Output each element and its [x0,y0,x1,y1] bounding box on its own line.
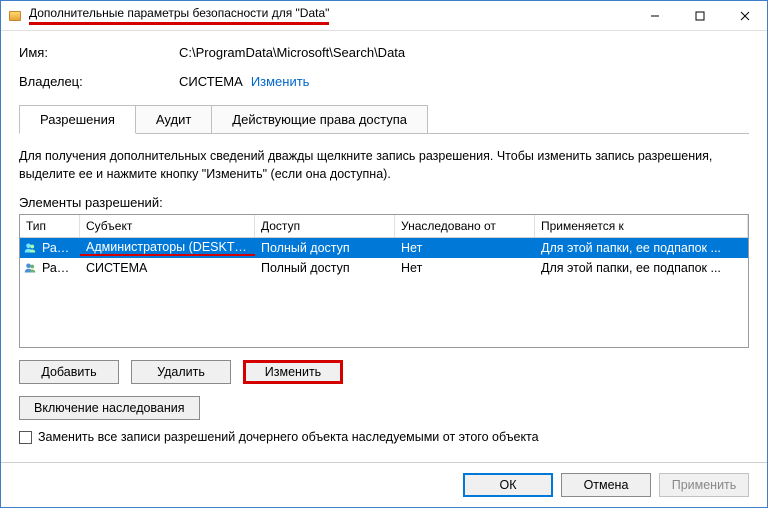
col-type[interactable]: Тип [20,215,80,237]
footer: ОК Отмена Применить [1,462,767,507]
cell-inherited: Нет [395,261,535,275]
replace-children-checkbox[interactable]: Заменить все записи разрешений дочернего… [19,430,749,444]
col-applies[interactable]: Применяется к [535,215,748,237]
description-text: Для получения дополнительных сведений дв… [19,148,749,183]
tab-effective-access[interactable]: Действующие права доступа [211,105,428,133]
remove-button[interactable]: Удалить [131,360,231,384]
owner-value: СИСТЕМА [179,74,243,89]
col-access[interactable]: Доступ [255,215,395,237]
owner-change-link[interactable]: Изменить [251,74,310,89]
cell-type: Разр... [36,261,80,275]
col-inherited[interactable]: Унаследовано от [395,215,535,237]
cell-applies: Для этой папки, ее подпапок ... [535,261,748,275]
window-title: Дополнительные параметры безопасности дл… [29,6,329,25]
cell-subject: СИСТЕМА [80,261,255,275]
list-label: Элементы разрешений: [19,195,749,210]
name-value: C:\ProgramData\Microsoft\Search\Data [179,45,749,60]
ok-button[interactable]: ОК [463,473,553,497]
cell-subject: Администраторы (DESKTOP-... [80,240,255,256]
col-subject[interactable]: Субъект [80,215,255,237]
client-area: Имя: C:\ProgramData\Microsoft\Search\Dat… [1,31,767,462]
cell-access: Полный доступ [255,241,395,255]
users-icon [20,261,36,275]
cancel-button[interactable]: Отмена [561,473,651,497]
minimize-button[interactable] [632,1,677,30]
cell-inherited: Нет [395,241,535,255]
checkbox-label: Заменить все записи разрешений дочернего… [38,430,539,444]
enable-inheritance-button[interactable]: Включение наследования [19,396,200,420]
table-row[interactable]: Разр... Администраторы (DESKTOP-... Полн… [20,238,748,258]
users-icon [20,241,36,255]
close-button[interactable] [722,1,767,30]
edit-button[interactable]: Изменить [243,360,343,384]
table-row[interactable]: Разр... СИСТЕМА Полный доступ Нет Для эт… [20,258,748,278]
tab-permissions[interactable]: Разрешения [19,105,136,134]
cell-applies: Для этой папки, ее подпапок ... [535,241,748,255]
list-header: Тип Субъект Доступ Унаследовано от Приме… [20,215,748,238]
titlebar: Дополнительные параметры безопасности дл… [1,1,767,31]
name-label: Имя: [19,45,179,60]
tabs: Разрешения Аудит Действующие права досту… [19,105,749,134]
checkbox-box[interactable] [19,431,32,444]
tab-audit[interactable]: Аудит [135,105,212,133]
security-dialog: Дополнительные параметры безопасности дл… [0,0,768,508]
cell-access: Полный доступ [255,261,395,275]
owner-label: Владелец: [19,74,179,89]
permissions-list[interactable]: Тип Субъект Доступ Унаследовано от Приме… [19,214,749,348]
window-folder-icon [9,9,23,23]
cell-type: Разр... [36,241,80,255]
maximize-button[interactable] [677,1,722,30]
apply-button[interactable]: Применить [659,473,749,497]
add-button[interactable]: Добавить [19,360,119,384]
